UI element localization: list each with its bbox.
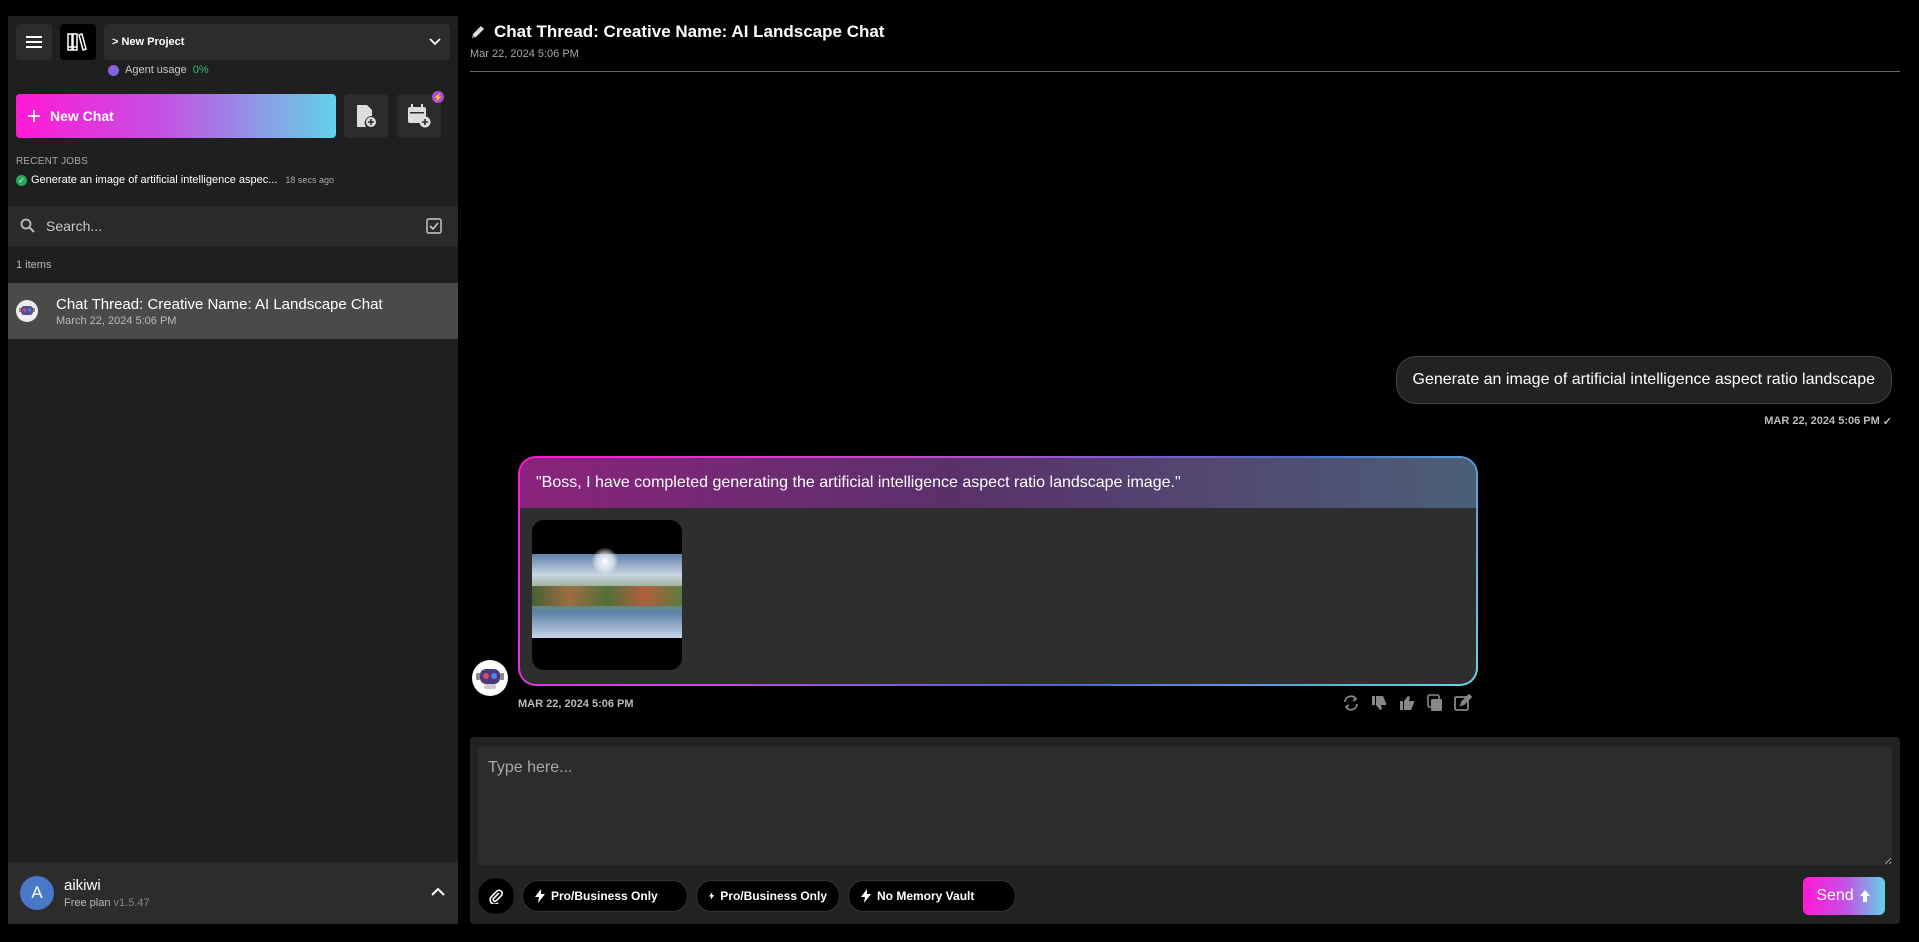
message-actions [1342, 694, 1472, 712]
menu-button[interactable] [16, 24, 52, 60]
message-input[interactable] [478, 747, 1892, 865]
lightning-icon [861, 889, 871, 903]
agent-usage-label: Agent usage [125, 64, 187, 76]
feature-chip-1[interactable]: Pro/Business Only [522, 880, 688, 912]
chat-main: Chat Thread: Creative Name: AI Landscape… [470, 0, 1900, 942]
new-chat-button[interactable]: New Chat [16, 94, 336, 138]
library-button[interactable] [60, 24, 96, 60]
plus-icon [28, 110, 40, 122]
lightning-icon [709, 892, 715, 900]
project-name: > New Project [112, 36, 185, 48]
books-icon [67, 33, 87, 51]
sun-glow [592, 548, 618, 574]
agent-usage-value: 0% [192, 64, 209, 76]
thumbs-up-icon[interactable] [1398, 694, 1416, 712]
sidebar: > New Project Agent usage 0% New Chat ⚡ … [8, 16, 458, 924]
check-icon: ✓ [1882, 416, 1892, 428]
tree-line [532, 586, 682, 606]
recent-job-text: Generate an image of artificial intellig… [31, 174, 278, 186]
bot-message-text: "Boss, I have completed generating the a… [520, 458, 1476, 508]
generated-image[interactable] [532, 520, 682, 670]
user-message-bubble: Generate an image of artificial intellig… [1395, 356, 1892, 404]
recent-job-item[interactable]: ✓ Generate an image of artificial intell… [16, 174, 334, 186]
feature-chip-label: Pro/Business Only [720, 889, 827, 903]
attach-button[interactable] [478, 878, 514, 914]
send-arrow-icon [1859, 890, 1870, 902]
plan-name: Free plan [64, 897, 111, 909]
thread-title-text: Chat Thread: Creative Name: AI Landscape… [494, 22, 885, 41]
copy-icon[interactable] [1426, 694, 1444, 712]
avatar: A [20, 876, 54, 910]
check-circle-icon: ✓ [16, 174, 27, 186]
thread-date: March 22, 2024 5:06 PM [56, 314, 177, 327]
user-message-timestamp: MAR 22, 2024 5:06 PM [1764, 415, 1880, 427]
file-add-icon [357, 105, 376, 127]
app-version: v1.5.47 [113, 897, 150, 909]
bot-message-time: MAR 22, 2024 5:06 PM [518, 698, 634, 710]
bot-avatar [472, 660, 508, 696]
paperclip-icon [489, 889, 503, 904]
thread-list-item[interactable]: Chat Thread: Creative Name: AI Landscape… [8, 283, 458, 339]
bot-avatar-icon [16, 300, 38, 322]
send-label: Send [1816, 887, 1854, 904]
bot-message-bubble: "Boss, I have completed generating the a… [518, 456, 1478, 686]
user-message-time: MAR 22, 2024 5:06 PM ✓ [1764, 415, 1892, 428]
chevron-up-icon[interactable] [430, 884, 446, 900]
select-all-checkbox-icon[interactable] [426, 218, 442, 234]
page-title: Chat Thread: Creative Name: AI Landscape… [470, 22, 884, 42]
thread-text: Chat Thread: Creative Name: AI Landscape… [56, 296, 383, 327]
robot-icon [476, 669, 504, 689]
thread-header-date: Mar 22, 2024 5:06 PM [470, 48, 579, 60]
user-account-bar[interactable]: A aikiwi Free plan v1.5.47 [8, 862, 458, 924]
chevron-down-icon [429, 38, 441, 46]
user-plan: Free plan v1.5.47 [64, 897, 150, 909]
new-chat-label: New Chat [50, 108, 114, 124]
feature-chip-2[interactable]: Pro/Business Only [696, 880, 840, 912]
user-info: aikiwi Free plan v1.5.47 [64, 877, 150, 909]
user-name: aikiwi [64, 877, 101, 894]
search-input[interactable]: Search... [46, 218, 102, 234]
project-select[interactable]: > New Project [104, 24, 450, 60]
feature-chip-label: No Memory Vault [877, 889, 975, 903]
pencil-icon[interactable] [470, 24, 486, 40]
search-icon [20, 218, 35, 233]
regenerate-icon[interactable] [1342, 694, 1360, 712]
new-document-button[interactable] [344, 94, 388, 138]
lightning-icon [535, 889, 545, 903]
header-divider [470, 71, 1900, 72]
recent-job-time: 18 secs ago [285, 175, 334, 185]
feature-chip-label: Pro/Business Only [551, 889, 658, 903]
lightning-badge-icon: ⚡ [432, 91, 444, 103]
send-button[interactable]: Send [1803, 877, 1885, 915]
hamburger-icon [26, 36, 42, 48]
message-composer: Pro/Business Only Pro/Business Only No M… [470, 737, 1900, 924]
memory-vault-chip[interactable]: No Memory Vault [848, 880, 1016, 912]
agent-usage: Agent usage 0% [108, 64, 209, 76]
user-message-text: Generate an image of artificial intellig… [1412, 371, 1876, 388]
agent-icon [108, 64, 119, 76]
thread-title: Chat Thread: Creative Name: AI Landscape… [56, 295, 383, 313]
items-count: 1 items [16, 259, 52, 271]
search-bar[interactable]: Search... [8, 206, 458, 246]
bot-message-body: "Boss, I have completed generating the a… [520, 458, 1476, 684]
thumbs-down-icon[interactable] [1370, 694, 1388, 712]
recent-jobs-label: RECENT JOBS [16, 156, 89, 167]
edit-icon[interactable] [1454, 694, 1472, 712]
calendar-add-icon [408, 104, 431, 128]
schedule-button[interactable]: ⚡ [397, 91, 444, 138]
app: > New Project Agent usage 0% New Chat ⚡ … [0, 0, 1919, 942]
